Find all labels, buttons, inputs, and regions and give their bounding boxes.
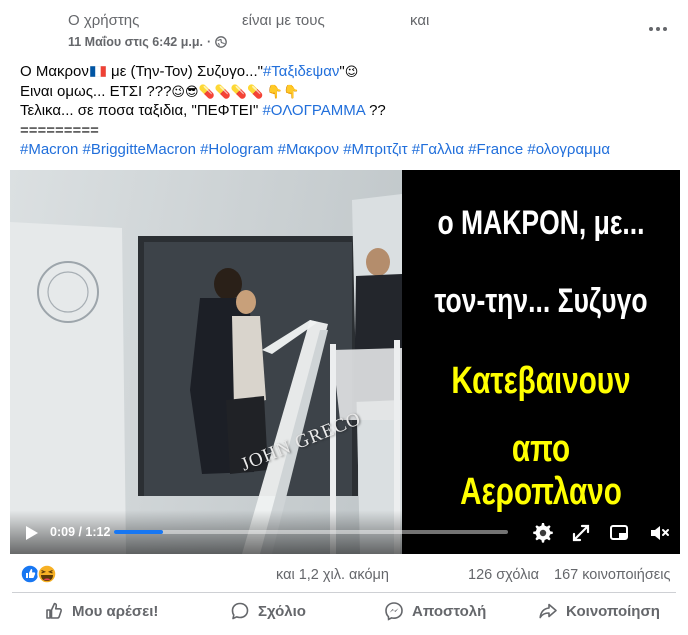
emoji-group: 😉😎💊💊💊💊 👇👇 [171,83,300,99]
like-label: Μου αρέσει! [72,602,159,620]
miniplayer-button[interactable] [608,522,630,544]
share-button[interactable]: Κοινοποίηση [538,593,660,629]
overlay-line-3: Κατεβαινουν [451,360,631,402]
play-button[interactable] [22,524,40,542]
volume-muted-icon [651,526,669,540]
post-meta: 11 Μαΐου στις 6:42 μ.μ. · [68,35,227,49]
video-controls: 0:09 / 1:12 [10,510,680,554]
hashtag-link[interactable]: #France [468,141,523,158]
more-dots-icon [649,27,667,31]
send-button[interactable]: Αποστολή [384,593,486,629]
haha-reaction-icon [37,564,57,584]
miniplayer-icon [610,525,628,540]
video-text-panel: ο ΜΑΚΡΟΝ, με... τον-την... Συζυγο Κατεβα… [402,170,680,554]
overlay-line-1: ο ΜΑΚΡΟΝ, με... [437,204,645,242]
reactions-bar: και 1,2 χιλ. ακόμη 126 σχόλια 167 κοινοπ… [0,558,688,592]
hashtag-link[interactable]: #Macron [20,141,78,158]
post-line-2: Ειναι ομως... ΕΤΣΙ ???😉😎💊💊💊💊 👇👇 [20,82,680,102]
hashtag-line: #Macron #BriggitteMacron #Hologram #Μακρ… [20,140,680,160]
video-player[interactable]: ο ΜΑΚΡΟΝ, με... τον-την... Συζυγο Κατεβα… [10,170,680,554]
post-header: Ο χρήστης είναι με τους και 11 Μαΐου στι… [0,0,688,56]
post-line-1: Ο Μακρον με (Την-Τον) Συζυγο..."#Ταξιδεψ… [20,62,680,82]
video-time: 0:09 / 1:12 [50,525,111,539]
thumbs-up-icon [46,602,63,619]
hashtag-link[interactable]: #Μπριτζιτ [343,141,407,158]
comment-button[interactable]: Σχόλιο [230,593,306,629]
post-text: Ο Μακρον με (Την-Τον) Συζυγο..."#Ταξιδεψ… [20,62,680,160]
globe-icon[interactable] [215,36,227,48]
reaction-icons[interactable] [20,564,62,584]
wink-emoji: 😉 [344,64,359,79]
post-line-4: ========= [20,121,99,139]
video-progress-bar[interactable] [114,530,508,534]
play-icon [26,526,38,540]
share-label: Κοινοποίηση [566,602,660,620]
meta-separator: · [206,35,212,49]
france-flag-icon [89,63,107,78]
hashtag-link[interactable]: #ΟΛΟΓΡΑΜΜΑ [262,102,364,119]
messenger-icon [385,602,403,621]
comment-bubble-icon [231,602,249,620]
comments-count[interactable]: 126 σχόλια [468,567,539,583]
text-segment: με (Την-Τον) Συζυγο..." [106,63,263,80]
shares-count[interactable]: 167 κοινοποιήσεις [554,567,670,583]
like-button[interactable]: Μου αρέσει! [44,593,158,629]
mute-button[interactable] [648,522,670,544]
hashtag-link[interactable]: #Γαλλια [412,141,464,158]
author-name[interactable]: Ο χρήστης [68,12,139,29]
hashtag-link[interactable]: #ολογραμμα [527,141,610,158]
send-label: Αποστολή [412,602,487,620]
facebook-post: Ο χρήστης είναι με τους και 11 Μαΐου στι… [0,0,688,635]
text-segment: Ο Μακρον [20,63,89,80]
overlay-line-2: τον-την... Συζυγο [434,282,648,320]
tagged-with-text: είναι με τους [242,12,325,29]
hashtag-link[interactable]: #Hologram [200,141,273,158]
hashtag-link[interactable]: #Μακρον [278,141,339,158]
post-timestamp[interactable]: 11 Μαΐου στις 6:42 μ.μ. [68,35,203,49]
like-reaction-icon [20,564,40,584]
post-action-bar: Μου αρέσει! Σχόλιο Αποστολή Κοινοποίηση [0,593,688,631]
expand-icon [572,524,590,542]
more-options-button[interactable] [644,20,672,38]
overlay-line-4: απο Αεροπλανο [460,428,622,513]
tagged-and-text: και [410,12,430,29]
settings-button[interactable] [532,522,554,544]
hashtag-link[interactable]: #BriggitteMacron [83,141,196,158]
hashtag-link[interactable]: #Ταξιδεψαν [263,63,339,80]
text-segment: ?? [364,102,386,119]
comment-label: Σχόλιο [258,602,306,620]
reactions-count[interactable]: και 1,2 χιλ. ακόμη [276,567,389,583]
video-frame-scene [10,170,402,554]
settings-icon [533,523,553,543]
share-arrow-icon [539,603,557,619]
text-segment: Ειναι ομως... ΕΤΣΙ ??? [20,82,172,100]
fullscreen-button[interactable] [570,522,592,544]
post-line-3: Τελικα... σε ποσα ταξιδια, "ΠΕΦΤΕΙ" #ΟΛΟ… [20,101,680,121]
video-progress-fill [114,530,164,534]
text-segment: Τελικα... σε ποσα ταξιδια, "ΠΕΦΤΕΙ" [20,102,263,119]
